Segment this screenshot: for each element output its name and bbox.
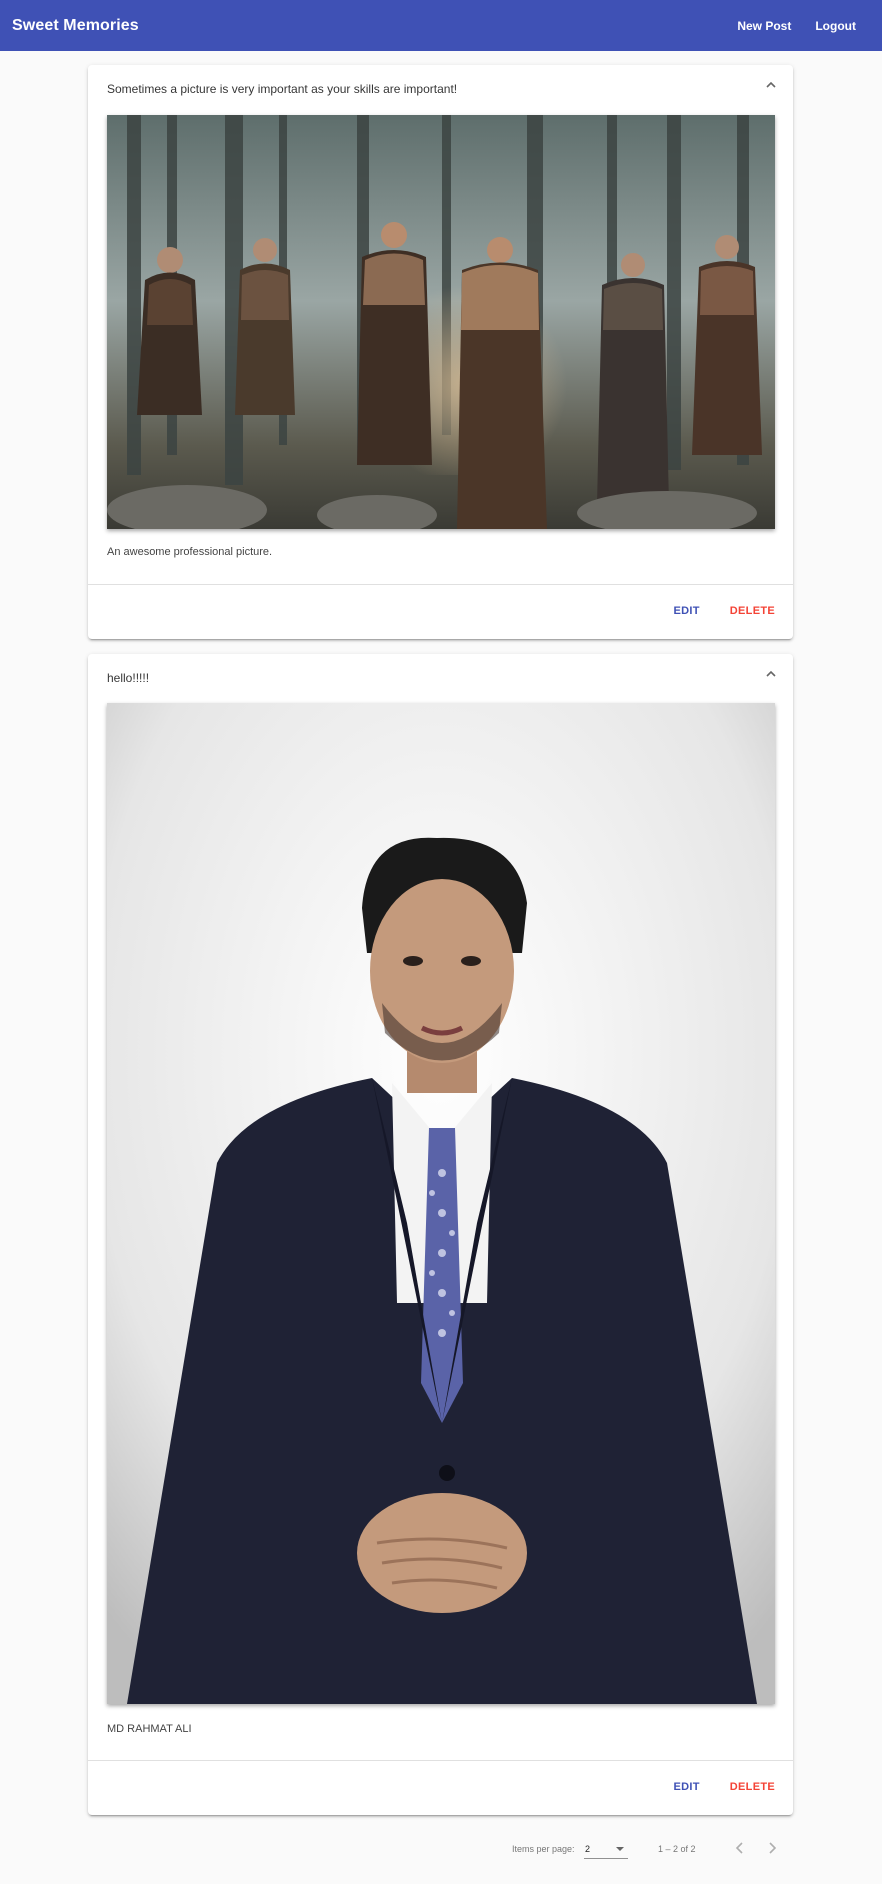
- next-page-icon[interactable]: [765, 1841, 779, 1855]
- post-title: hello!!!!!: [107, 671, 150, 685]
- action-divider: [88, 584, 793, 585]
- warriors-photo-icon: [107, 115, 775, 529]
- warrior-figure: [457, 237, 547, 529]
- items-per-page-label: Items per page:: [512, 1844, 575, 1854]
- post-panel-header[interactable]: hello!!!!!: [88, 654, 793, 702]
- post-content: An awesome professional picture.: [107, 546, 273, 558]
- chevron-up-icon: [766, 670, 776, 677]
- previous-page-icon[interactable]: [733, 1841, 747, 1855]
- chevron-up-icon: [766, 81, 776, 88]
- post-actions: EDIT DELETE: [644, 605, 775, 617]
- edit-button[interactable]: EDIT: [674, 605, 700, 617]
- edit-button[interactable]: EDIT: [674, 1781, 700, 1793]
- dropdown-arrow-icon: [616, 1847, 624, 1851]
- delete-button[interactable]: DELETE: [730, 1781, 775, 1793]
- post-panel-header[interactable]: Sometimes a picture is very important as…: [88, 65, 793, 113]
- post-image: [107, 115, 775, 529]
- app-title[interactable]: Sweet Memories: [12, 17, 139, 35]
- post-panel: Sometimes a picture is very important as…: [88, 65, 793, 639]
- post-actions: EDIT DELETE: [644, 1781, 775, 1793]
- portrait-photo-icon: [107, 703, 775, 1704]
- warrior-figure: [357, 222, 432, 465]
- paginator: Items per page: 2 1 – 2 of 2: [0, 1838, 882, 1862]
- post-panel: hello!!!!! MD RAHMAT ALI EDIT DELETE: [88, 654, 793, 1815]
- page-size-value: 2: [585, 1844, 591, 1854]
- range-label: 1 – 2 of 2: [658, 1844, 696, 1854]
- delete-button[interactable]: DELETE: [730, 605, 775, 617]
- post-title: Sometimes a picture is very important as…: [107, 82, 458, 96]
- logout-button[interactable]: Logout: [815, 19, 856, 33]
- post-content: MD RAHMAT ALI: [107, 1723, 192, 1735]
- app-toolbar: Sweet Memories New Post Logout: [0, 0, 882, 51]
- page-size-select[interactable]: 2: [584, 1838, 628, 1859]
- post-image: [107, 703, 775, 1704]
- new-post-button[interactable]: New Post: [737, 19, 791, 33]
- warrior-figure: [692, 235, 762, 455]
- warrior-figure: [597, 253, 669, 505]
- action-divider: [88, 1760, 793, 1761]
